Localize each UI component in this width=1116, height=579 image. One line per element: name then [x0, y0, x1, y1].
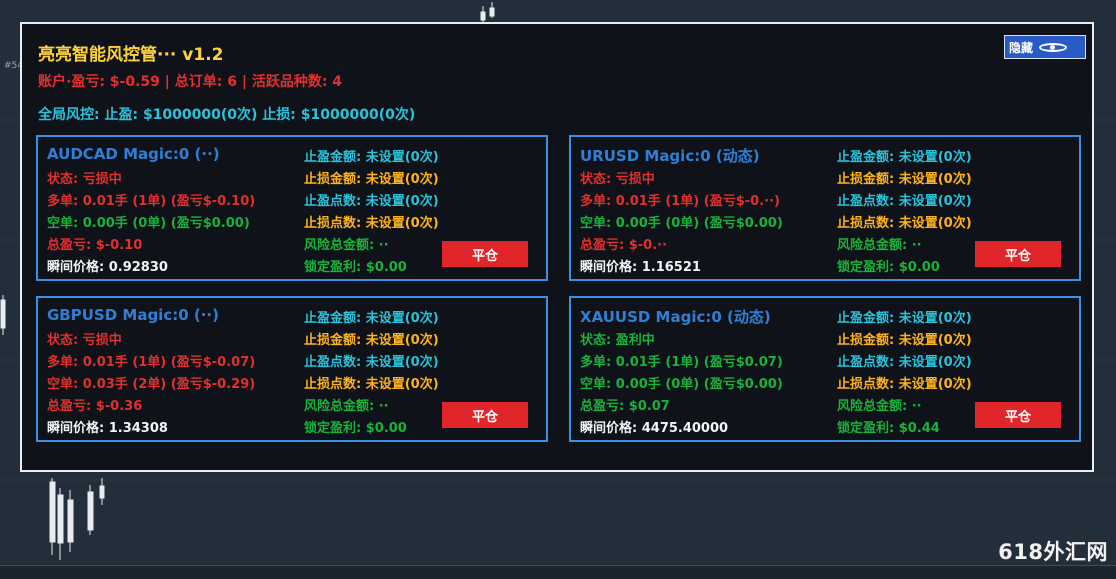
card-status: 状态: 盈利中	[580, 333, 655, 348]
card-risk-total: 风险总金额: ··	[304, 399, 389, 414]
card-current-price: 瞬间价格: 0.92830	[47, 260, 168, 275]
card-lock-profit: 锁定盈利: $0.00	[304, 421, 407, 436]
symbol-card-xauusd: XAUUSD Magic:0 (动态) 状态: 盈利中 多单: 0.01手 (1…	[569, 296, 1081, 442]
card-sl-amount: 止损金额: 未设置(0次)	[837, 333, 972, 348]
site-watermark: 618外汇网	[998, 540, 1108, 564]
card-short-position: 空单: 0.03手 (2单) (盈亏$-0.29)	[47, 377, 256, 392]
card-current-price: 瞬间价格: 1.34308	[47, 421, 168, 436]
account-summary: 账户·盈亏: $-0.59 | 总订单: 6 | 活跃品种数: 4	[38, 74, 343, 90]
panel-title: 亮亮智能风控管··· v1.2	[38, 45, 224, 65]
global-risk-settings: 全局风控: 止盈: $1000000(0次) 止损: $1000000(0次)	[38, 107, 416, 123]
card-lock-profit: 锁定盈利: $0.00	[304, 260, 407, 275]
card-tp-points: 止盈点数: 未设置(0次)	[304, 355, 439, 370]
card-current-price: 瞬间价格: 4475.40000	[580, 421, 729, 436]
card-tp-amount: 止盈金额: 未设置(0次)	[304, 150, 439, 165]
card-sl-amount: 止损金额: 未设置(0次)	[837, 172, 972, 187]
candlesticks-left-edge	[0, 295, 6, 335]
card-total-pnl: 总盈亏: $0.07	[580, 399, 670, 414]
card-long-position: 多单: 0.01手 (1单) (盈亏$-0.07)	[47, 355, 256, 370]
card-long-position: 多单: 0.01手 (1单) (盈亏$-0.10)	[47, 194, 256, 209]
card-sl-amount: 止损金额: 未设置(0次)	[304, 333, 439, 348]
card-header: AUDCAD Magic:0 (··)	[47, 145, 220, 163]
card-current-price: 瞬间价格: 1.16521	[580, 260, 701, 275]
time-axis	[0, 565, 1116, 579]
card-total-pnl: 总盈亏: $-0.··	[580, 238, 668, 253]
card-status: 状态: 亏损中	[580, 172, 655, 187]
card-long-position: 多单: 0.01手 (1单) (盈亏$-0.··)	[580, 194, 780, 209]
card-sl-points: 止损点数: 未设置(0次)	[837, 377, 972, 392]
card-tp-points: 止盈点数: 未设置(0次)	[837, 194, 972, 209]
card-tp-amount: 止盈金额: 未设置(0次)	[304, 311, 439, 326]
card-status: 状态: 亏损中	[47, 333, 122, 348]
card-header: URUSD Magic:0 (动态)	[580, 147, 760, 165]
card-total-pnl: 总盈亏: $-0.10	[47, 238, 143, 253]
hide-button-label: 隐藏	[1009, 40, 1034, 55]
symbol-card-urusd: URUSD Magic:0 (动态) 状态: 亏损中 多单: 0.01手 (1单…	[569, 135, 1081, 281]
candlesticks-bottom	[49, 478, 105, 560]
card-status: 状态: 亏损中	[47, 172, 122, 187]
card-sl-points: 止损点数: 未设置(0次)	[837, 216, 972, 231]
card-total-pnl: 总盈亏: $-0.36	[47, 399, 143, 414]
card-sl-points: 止损点数: 未设置(0次)	[304, 377, 439, 392]
card-header: XAUUSD Magic:0 (动态)	[580, 308, 771, 326]
card-risk-total: 风险总金额: ··	[304, 238, 389, 253]
card-risk-total: 风险总金额: ··	[837, 399, 922, 414]
card-short-position: 空单: 0.00手 (0单) (盈亏$0.00)	[580, 377, 783, 392]
risk-control-panel: 亮亮智能风控管··· v1.2 账户·盈亏: $-0.59 | 总订单: 6 |…	[20, 22, 1094, 472]
card-tp-amount: 止盈金额: 未设置(0次)	[837, 311, 972, 326]
card-long-position: 多单: 0.01手 (1单) (盈亏$0.07)	[580, 355, 783, 370]
card-risk-total: 风险总金额: ··	[837, 238, 922, 253]
close-position-button[interactable]: 平仓	[442, 241, 528, 267]
close-position-button[interactable]: 平仓	[975, 241, 1061, 267]
card-tp-amount: 止盈金额: 未设置(0次)	[837, 150, 972, 165]
card-tp-points: 止盈点数: 未设置(0次)	[837, 355, 972, 370]
card-short-position: 空单: 0.00手 (0单) (盈亏$0.00)	[47, 216, 250, 231]
card-header: GBPUSD Magic:0 (··)	[47, 306, 219, 324]
card-lock-profit: 锁定盈利: $0.44	[837, 421, 940, 436]
card-short-position: 空单: 0.00手 (0单) (盈亏$0.00)	[580, 216, 783, 231]
candlesticks-top	[480, 2, 495, 22]
card-tp-points: 止盈点数: 未设置(0次)	[304, 194, 439, 209]
hide-panel-button[interactable]: 隐藏	[1004, 35, 1086, 59]
card-sl-points: 止损点数: 未设置(0次)	[304, 216, 439, 231]
card-lock-profit: 锁定盈利: $0.00	[837, 260, 940, 275]
card-sl-amount: 止损金额: 未设置(0次)	[304, 172, 439, 187]
symbol-card-audcad: AUDCAD Magic:0 (··) 状态: 亏损中 多单: 0.01手 (1…	[36, 135, 548, 281]
close-position-button[interactable]: 平仓	[975, 402, 1061, 428]
eye-icon	[1039, 42, 1068, 52]
close-position-button[interactable]: 平仓	[442, 402, 528, 428]
symbol-card-gbpusd: GBPUSD Magic:0 (··) 状态: 亏损中 多单: 0.01手 (1…	[36, 296, 548, 442]
